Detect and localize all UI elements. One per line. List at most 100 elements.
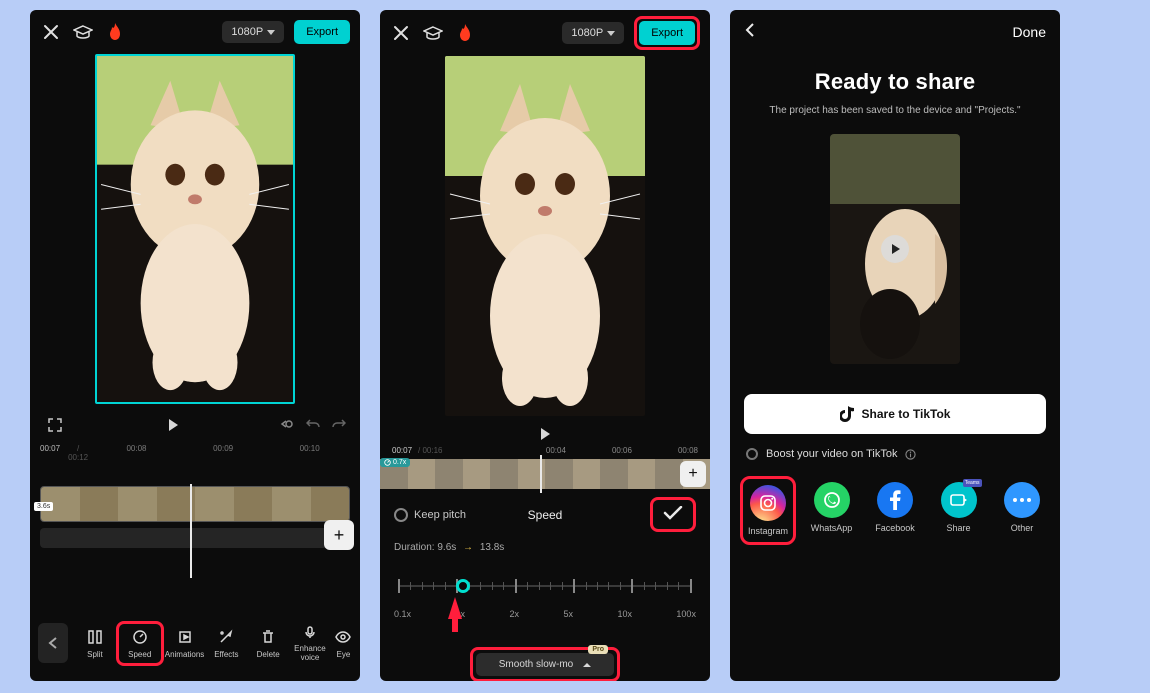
instagram-icon [759, 494, 777, 512]
chevron-up-icon [583, 663, 591, 667]
editor-topbar: 1080P Export [30, 10, 360, 50]
secondary-track[interactable] [40, 528, 350, 548]
redo-icon[interactable] [332, 418, 346, 433]
editor-speed-screen: 1080P Export [380, 10, 710, 681]
keyframe-icon[interactable] [280, 417, 294, 434]
play-overlay-icon[interactable] [881, 235, 909, 263]
tool-effects[interactable]: Effects [205, 624, 247, 663]
confirm-button-highlight [650, 497, 696, 532]
tutorial-arrow-icon [448, 597, 462, 619]
radio-unchecked-icon [746, 448, 758, 460]
radio-unchecked-icon [394, 508, 408, 522]
add-clip-button[interactable]: + [324, 520, 354, 550]
timeline-filmstrip[interactable]: 0.7x + [380, 459, 710, 489]
flame-icon[interactable] [104, 21, 126, 43]
video-thumbnail[interactable] [830, 134, 960, 364]
resolution-dropdown[interactable]: 1080P [562, 22, 624, 44]
player-controls [30, 410, 360, 440]
done-button[interactable]: Done [1013, 24, 1046, 40]
clip-strip[interactable] [40, 486, 350, 522]
player-controls [380, 424, 710, 444]
slider-labels: 0.1x 1x 2x 5x 10x 100x [394, 609, 696, 619]
bottom-toolbar: Split Speed Animations Effects Delete En… [30, 613, 360, 673]
enhance-voice-icon [301, 623, 319, 641]
effects-icon [217, 628, 235, 646]
tool-eye[interactable]: Eye [331, 624, 356, 663]
whatsapp-icon [823, 491, 841, 509]
back-button[interactable] [744, 22, 756, 41]
clip-duration-badge: 3.6s [34, 502, 53, 511]
time-current: 00:07 [392, 446, 412, 455]
speed-slider[interactable] [398, 571, 692, 607]
video-preview[interactable] [445, 56, 645, 416]
timeline-area[interactable]: 3.6s + [30, 486, 360, 578]
tool-delete[interactable]: Delete [247, 624, 289, 663]
play-button[interactable] [541, 428, 550, 440]
tool-animations[interactable]: Animations [164, 624, 206, 663]
clip-speed-badge: 0.7x [380, 458, 410, 467]
teams-badge: Teams [963, 479, 982, 487]
share-title: Ready to share [730, 69, 1060, 95]
facebook-icon [890, 490, 901, 510]
animations-icon [176, 628, 194, 646]
speed-panel: Keep pitch Speed Duration: 9.6s → 13.8s [380, 489, 710, 681]
tool-split[interactable]: Split [74, 624, 116, 663]
smooth-slowmo-button[interactable]: Pro Smooth slow-mo [476, 653, 614, 676]
share-to-tiktok-button[interactable]: Share to TikTok [744, 394, 1046, 434]
share-targets: Instagram WhatsApp Facebook Teams Share [730, 476, 1060, 545]
close-icon[interactable] [390, 22, 412, 44]
tool-speed[interactable]: Speed [116, 621, 164, 666]
checkmark-icon [663, 506, 683, 520]
play-button[interactable] [66, 419, 280, 431]
undo-icon[interactable] [306, 418, 320, 433]
chevron-left-icon [744, 22, 756, 38]
fullscreen-icon[interactable] [44, 414, 66, 436]
share-other[interactable]: Other [994, 476, 1050, 545]
confirm-button[interactable] [663, 506, 683, 523]
playhead[interactable] [540, 455, 542, 493]
toolbar-back-button[interactable] [38, 623, 68, 663]
graduation-cap-icon[interactable] [422, 22, 444, 44]
split-icon [86, 628, 104, 646]
add-clip-button[interactable]: + [680, 461, 706, 487]
flame-icon[interactable] [454, 22, 476, 44]
timecode-row: 00:07 / 00:12 00:08 00:09 00:10 [30, 440, 360, 464]
playhead[interactable] [190, 484, 192, 578]
chevron-down-icon [267, 30, 275, 35]
export-button[interactable]: Export [639, 21, 695, 45]
share-whatsapp[interactable]: WhatsApp [804, 476, 860, 545]
editor-topbar: 1080P Export [380, 10, 710, 56]
tool-enhance-voice[interactable]: Enhance voice [289, 619, 331, 667]
resolution-label: 1080P [231, 26, 263, 38]
export-button-highlight: Export [634, 16, 700, 50]
more-icon [1012, 497, 1032, 503]
export-button[interactable]: Export [294, 20, 350, 44]
resolution-dropdown[interactable]: 1080P [222, 21, 284, 43]
graduation-cap-icon[interactable] [72, 21, 94, 43]
boost-toggle[interactable]: Boost your video on TikTok [730, 446, 1060, 476]
share-facebook[interactable]: Facebook [867, 476, 923, 545]
editor-main-screen: 1080P Export [30, 10, 360, 681]
duration-readout: Duration: 9.6s → 13.8s [394, 542, 696, 553]
speed-icon [131, 628, 149, 646]
time-current: 00:07 [40, 444, 60, 462]
video-preview[interactable] [95, 54, 295, 404]
info-icon[interactable] [905, 449, 916, 460]
resolution-label: 1080P [571, 27, 603, 39]
share-subtitle: The project has been saved to the device… [730, 103, 1060, 118]
share-topbar: Done [730, 10, 1060, 69]
eye-icon [334, 628, 352, 646]
slider-knob[interactable] [456, 579, 470, 593]
share-icon [950, 492, 968, 508]
smooth-slowmo-highlight: Pro Smooth slow-mo [470, 647, 620, 681]
chevron-down-icon [607, 31, 615, 36]
tiktok-icon [840, 406, 854, 422]
timecode-row: 00:07 / 00:16 00:04 00:06 00:08 [380, 444, 710, 457]
delete-icon [259, 628, 277, 646]
close-icon[interactable] [40, 21, 62, 43]
pro-badge: Pro [588, 645, 608, 654]
arrow-right-icon: → [463, 542, 473, 553]
share-instagram[interactable]: Instagram [740, 476, 796, 545]
keep-pitch-toggle[interactable]: Keep pitch [394, 508, 466, 522]
share-generic[interactable]: Teams Share [931, 476, 987, 545]
